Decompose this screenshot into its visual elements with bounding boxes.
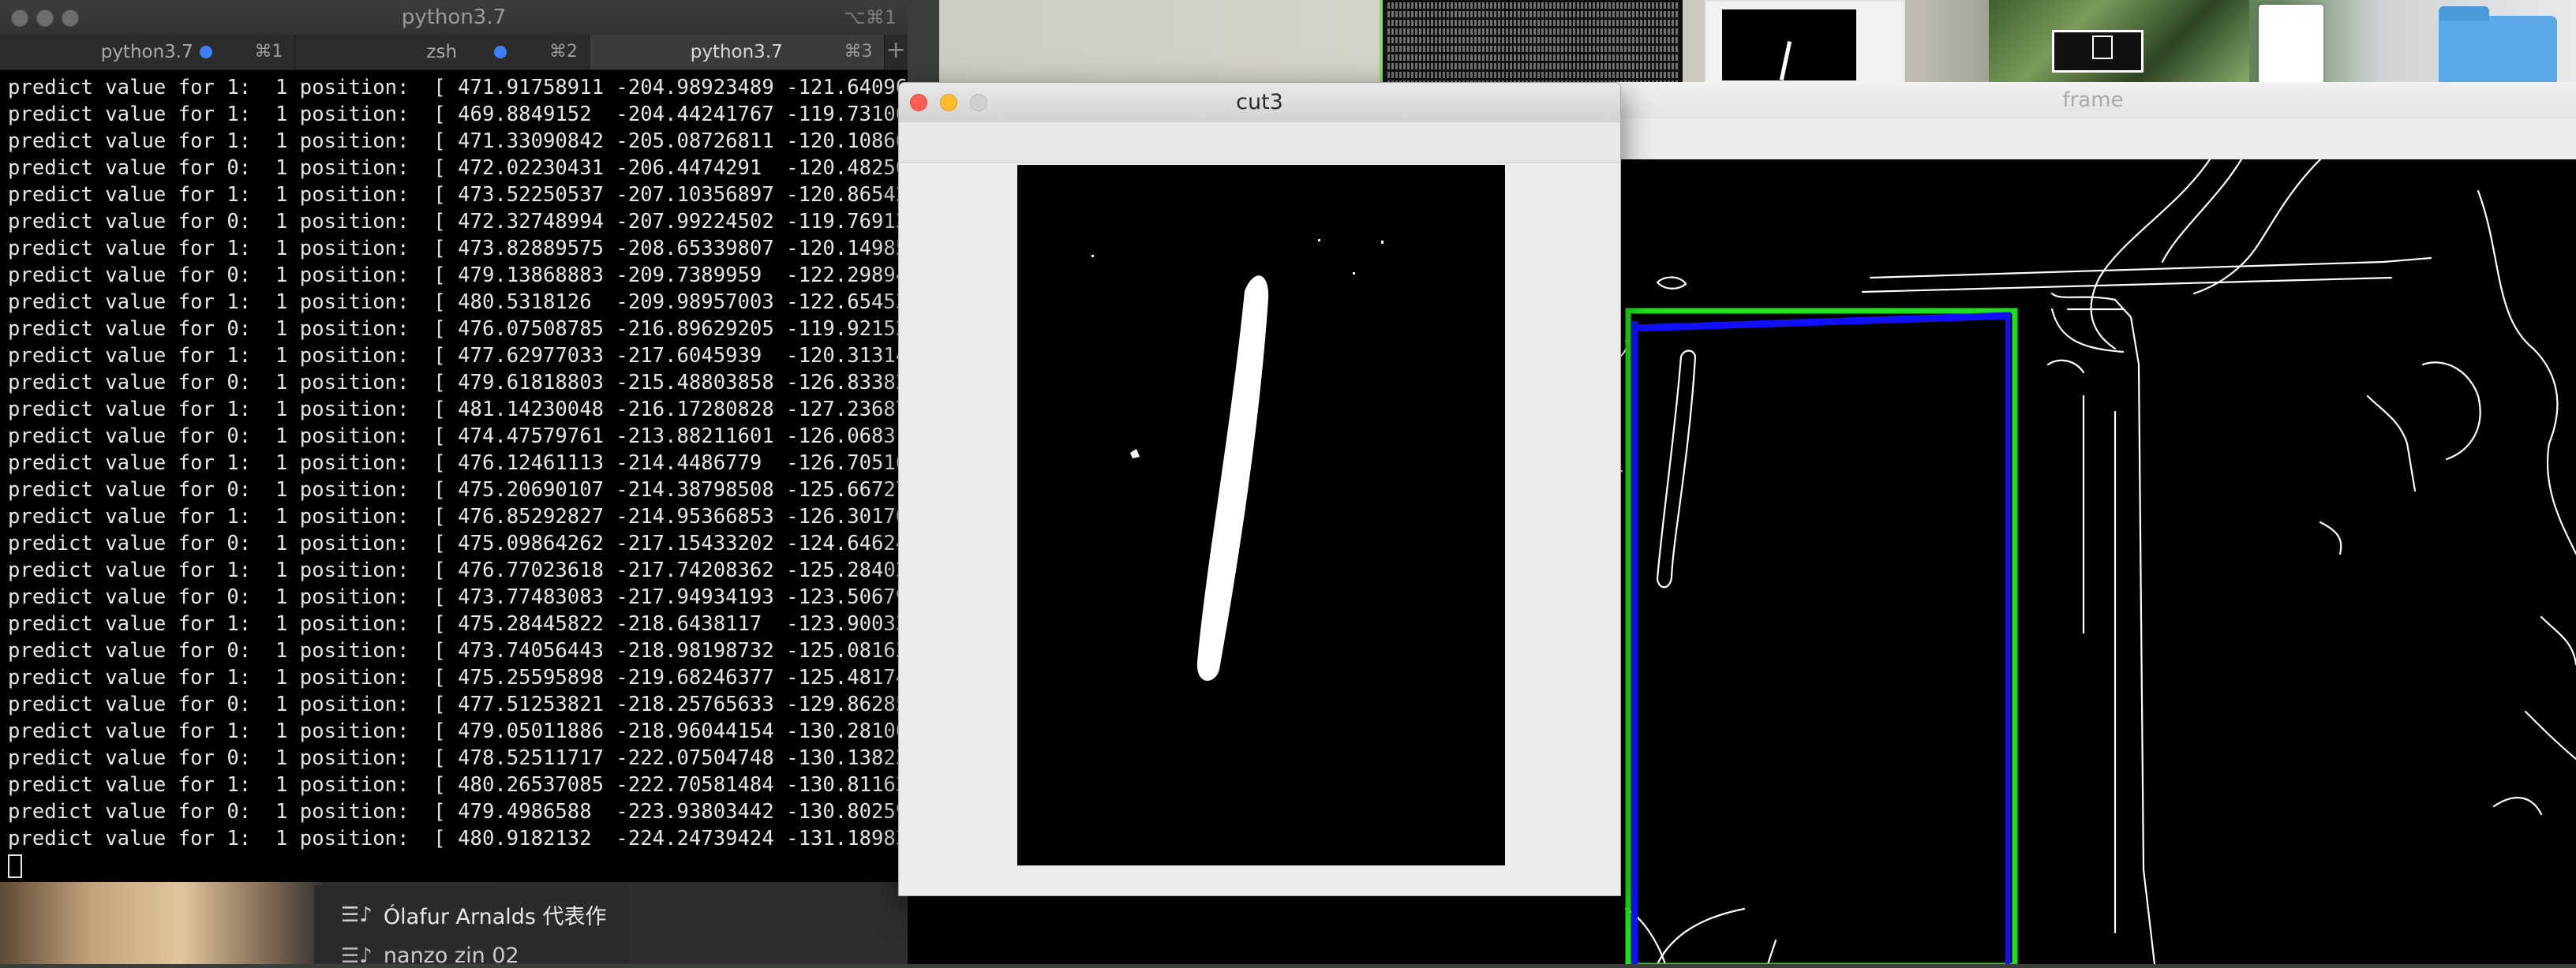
tab-label: python3.7 xyxy=(690,42,783,62)
terminal-line: predict value for 0: 1 position: [ 479.6… xyxy=(8,371,908,394)
new-tab-button[interactable]: + xyxy=(885,35,908,69)
cut3-window[interactable]: cut3 xyxy=(898,82,1621,896)
terminal-window[interactable]: python3.7 ⌥⌘1 python3.7 ⌘1 zsh ⌘2 python… xyxy=(0,0,908,882)
cut3-toolbar xyxy=(899,122,1620,163)
tab-shortcut: ⌘2 xyxy=(549,42,578,62)
file-icon[interactable] xyxy=(2259,5,2323,84)
folder-icon[interactable] xyxy=(2439,6,2557,87)
terminal-line: predict value for 1: 1 position: [ 481.1… xyxy=(8,398,908,421)
close-button[interactable] xyxy=(910,94,927,111)
terminal-line: predict value for 1: 1 position: [ 475.2… xyxy=(8,612,908,636)
terminal-line: predict value for 0: 1 position: [ 478.5… xyxy=(8,746,908,770)
minimize-button[interactable] xyxy=(940,94,957,111)
frame-titlebar[interactable]: frame xyxy=(1610,82,2576,119)
tab-zsh[interactable]: zsh ⌘2 xyxy=(294,35,590,69)
activity-dot-icon xyxy=(199,46,212,58)
terminal-line: predict value for 0: 1 position: [ 473.7… xyxy=(8,639,908,663)
terminal-line: predict value for 0: 1 position: [ 479.1… xyxy=(8,263,908,287)
tab-python-3[interactable]: python3.7 ⌘3 xyxy=(590,35,885,69)
cut3-titlebar[interactable]: cut3 xyxy=(899,83,1620,123)
desktop-image-thumbnail[interactable] xyxy=(1705,0,1905,86)
terminal-line: predict value for 0: 1 position: [ 473.7… xyxy=(8,585,908,609)
activity-dot-icon xyxy=(494,46,507,58)
frame-title: frame xyxy=(2062,88,2124,112)
terminal-titlebar[interactable]: python3.7 ⌥⌘1 xyxy=(0,0,908,36)
tab-bar: python3.7 ⌘1 zsh ⌘2 python3.7 ⌘3 + xyxy=(0,35,908,70)
tab-shortcut: ⌘3 xyxy=(844,42,873,62)
terminal-line: predict value for 0: 1 position: [ 477.5… xyxy=(8,693,908,716)
playlist-item-label: nanzo zin 02 xyxy=(383,944,519,968)
frame-toolbar xyxy=(1610,118,2576,160)
terminal-cursor xyxy=(8,852,908,879)
playlist-icon: ☰♪ xyxy=(341,903,373,927)
playlist-item[interactable]: ☰♪ Ólafur Arnalds 代表作 xyxy=(341,899,607,930)
zoom-button[interactable] xyxy=(970,94,987,111)
terminal-line: predict value for 1: 1 position: [ 473.5… xyxy=(8,183,908,207)
frame-edge-image xyxy=(1610,159,2576,964)
terminal-line: predict value for 0: 1 position: [ 474.4… xyxy=(8,424,908,448)
terminal-line: predict value for 1: 1 position: [ 471.9… xyxy=(8,76,908,99)
terminal-line: predict value for 1: 1 position: [ 475.2… xyxy=(8,666,908,690)
zoom-button[interactable] xyxy=(62,9,79,27)
terminal-line: predict value for 1: 1 position: [ 480.9… xyxy=(8,827,908,850)
tab-python-1[interactable]: python3.7 ⌘1 xyxy=(0,35,295,69)
terminal-title: python3.7 xyxy=(401,6,507,29)
playlist-item-label: Ólafur Arnalds 代表作 xyxy=(383,905,607,929)
tab-label: zsh xyxy=(426,42,458,62)
music-playlist-panel: ☰♪ Ólafur Arnalds 代表作 ☰♪ nanzo zin 02 xyxy=(314,885,630,968)
tab-label: python3.7 xyxy=(100,42,193,62)
terminal-line: predict value for 1: 1 position: [ 477.6… xyxy=(8,344,908,368)
terminal-line: predict value for 1: 1 position: [ 480.2… xyxy=(8,773,908,797)
terminal-line: predict value for 0: 1 position: [ 472.0… xyxy=(8,156,908,180)
terminal-line: predict value for 0: 1 position: [ 472.3… xyxy=(8,210,908,234)
terminal-line: predict value for 1: 1 position: [ 473.8… xyxy=(8,237,908,260)
frame-window[interactable]: frame xyxy=(1610,82,2576,964)
terminal-line: predict value for 0: 1 position: [ 479.4… xyxy=(8,800,908,824)
window-shortcut: ⌥⌘1 xyxy=(844,6,897,28)
cut3-title: cut3 xyxy=(1236,90,1283,114)
terminal-line: predict value for 1: 1 position: [ 476.8… xyxy=(8,505,908,529)
desktop-photo-thumbnail[interactable] xyxy=(1989,0,2249,83)
terminal-line: predict value for 1: 1 position: [ 469.8… xyxy=(8,103,908,126)
cut3-binary-image xyxy=(1017,165,1505,865)
terminal-output[interactable]: predict value for 1: 1 position: [ 471.9… xyxy=(8,74,908,879)
playlist-icon: ☰♪ xyxy=(341,944,373,968)
terminal-line: predict value for 1: 1 position: [ 471.3… xyxy=(8,129,908,153)
terminal-line: predict value for 1: 1 position: [ 480.5… xyxy=(8,290,908,314)
playlist-item[interactable]: ☰♪ nanzo zin 02 xyxy=(341,944,519,968)
terminal-line: predict value for 0: 1 position: [ 475.0… xyxy=(8,532,908,555)
desktop-terminal-thumbnail[interactable] xyxy=(1380,0,1683,87)
terminal-line: predict value for 1: 1 position: [ 479.0… xyxy=(8,719,908,743)
terminal-line: predict value for 1: 1 position: [ 476.7… xyxy=(8,559,908,582)
terminal-line: predict value for 1: 1 position: [ 476.1… xyxy=(8,451,908,475)
terminal-line: predict value for 0: 1 position: [ 476.0… xyxy=(8,317,908,341)
terminal-line: predict value for 0: 1 position: [ 475.2… xyxy=(8,478,908,502)
minimize-button[interactable] xyxy=(36,9,54,27)
tab-shortcut: ⌘1 xyxy=(254,42,283,62)
close-button[interactable] xyxy=(11,9,28,27)
